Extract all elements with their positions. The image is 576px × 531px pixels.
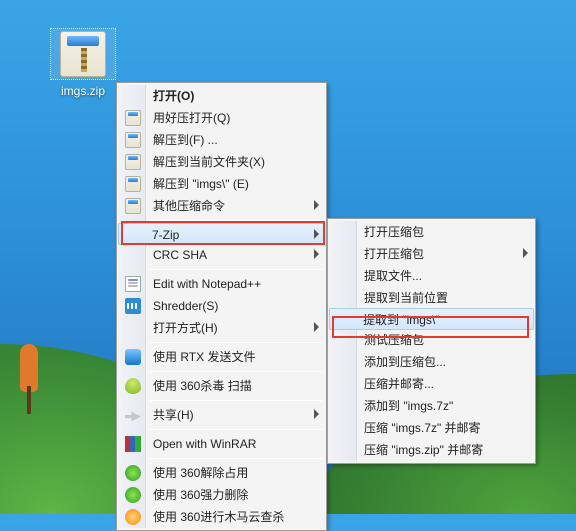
submenu-7zip: 打开压缩包 打开压缩包 提取文件... 提取到当前位置 提取到 "imgs\" … bbox=[327, 218, 536, 464]
menu-separator bbox=[150, 371, 322, 372]
menu-crc-sha[interactable]: CRC SHA bbox=[119, 244, 324, 266]
notepadpp-icon bbox=[125, 276, 141, 292]
submenu-arrow-icon bbox=[314, 409, 319, 419]
archive-icon bbox=[125, 176, 141, 192]
menu-separator bbox=[150, 220, 322, 221]
menu-360-trojan-scan[interactable]: 使用 360进行木马云查杀 bbox=[119, 506, 324, 528]
menu-360-force-delete[interactable]: 使用 360强力删除 bbox=[119, 484, 324, 506]
rtx-icon bbox=[125, 349, 141, 365]
winrar-icon bbox=[125, 436, 141, 452]
menu-share[interactable]: 共享(H) bbox=[119, 404, 324, 426]
360-icon bbox=[125, 487, 141, 503]
submenu-extract-imgs[interactable]: 提取到 "imgs\" bbox=[329, 308, 534, 330]
submenu-arrow-icon bbox=[314, 200, 319, 210]
menu-separator bbox=[150, 400, 322, 401]
menu-360-scan[interactable]: 使用 360杀毒 扫描 bbox=[119, 375, 324, 397]
submenu-compress-email[interactable]: 压缩并邮寄... bbox=[330, 373, 533, 395]
menu-360-unlock[interactable]: 使用 360解除占用 bbox=[119, 462, 324, 484]
wallpaper-tree bbox=[18, 344, 40, 414]
submenu-extract-here[interactable]: 提取到当前位置 bbox=[330, 287, 533, 309]
menu-rtx-send[interactable]: 使用 RTX 发送文件 bbox=[119, 346, 324, 368]
submenu-arrow-icon bbox=[314, 322, 319, 332]
desktop-file[interactable]: imgs.zip bbox=[50, 28, 116, 99]
menu-extract-to[interactable]: 解压到(F) ... bbox=[119, 129, 324, 151]
menu-haozip-open[interactable]: 用好压打开(Q) bbox=[119, 107, 324, 129]
archive-icon bbox=[125, 154, 141, 170]
menu-open-winrar[interactable]: Open with WinRAR bbox=[119, 433, 324, 455]
menu-separator bbox=[150, 429, 322, 430]
shield-icon bbox=[125, 378, 141, 394]
archive-icon bbox=[125, 198, 141, 214]
shredder-icon bbox=[125, 298, 141, 314]
context-menu: 打开(O) 用好压打开(Q) 解压到(F) ... 解压到当前文件夹(X) 解压… bbox=[116, 82, 327, 531]
submenu-arrow-icon bbox=[314, 249, 319, 259]
menu-shredder[interactable]: Shredder(S) bbox=[119, 295, 324, 317]
360-icon bbox=[125, 509, 141, 525]
submenu-add-imgs7z[interactable]: 添加到 "imgs.7z" bbox=[330, 395, 533, 417]
submenu-open-archive-more[interactable]: 打开压缩包 bbox=[330, 243, 533, 265]
360-icon bbox=[125, 465, 141, 481]
menu-separator bbox=[150, 458, 322, 459]
submenu-compress-7z-mail[interactable]: 压缩 "imgs.7z" 并邮寄 bbox=[330, 417, 533, 439]
archive-icon bbox=[125, 110, 141, 126]
submenu-add-to-archive[interactable]: 添加到压缩包... bbox=[330, 351, 533, 373]
file-name: imgs.zip bbox=[57, 83, 109, 99]
menu-open[interactable]: 打开(O) bbox=[119, 85, 324, 107]
menu-separator bbox=[150, 269, 322, 270]
share-icon bbox=[125, 407, 141, 423]
menu-extract-imgs[interactable]: 解压到 "imgs\" (E) bbox=[119, 173, 324, 195]
submenu-open-archive[interactable]: 打开压缩包 bbox=[330, 221, 533, 243]
menu-edit-notepadpp[interactable]: Edit with Notepad++ bbox=[119, 273, 324, 295]
archive-icon bbox=[125, 132, 141, 148]
submenu-extract-files[interactable]: 提取文件... bbox=[330, 265, 533, 287]
menu-open-with[interactable]: 打开方式(H) bbox=[119, 317, 324, 339]
submenu-arrow-icon bbox=[523, 248, 528, 258]
archive-icon bbox=[60, 31, 106, 77]
menu-extract-here[interactable]: 解压到当前文件夹(X) bbox=[119, 151, 324, 173]
menu-separator bbox=[150, 342, 322, 343]
menu-7zip[interactable]: 7-Zip bbox=[118, 223, 325, 245]
submenu-test-archive[interactable]: 测试压缩包 bbox=[330, 329, 533, 351]
menu-other-compress[interactable]: 其他压缩命令 bbox=[119, 195, 324, 217]
submenu-compress-zip-mail[interactable]: 压缩 "imgs.zip" 并邮寄 bbox=[330, 439, 533, 461]
submenu-arrow-icon bbox=[314, 229, 319, 239]
